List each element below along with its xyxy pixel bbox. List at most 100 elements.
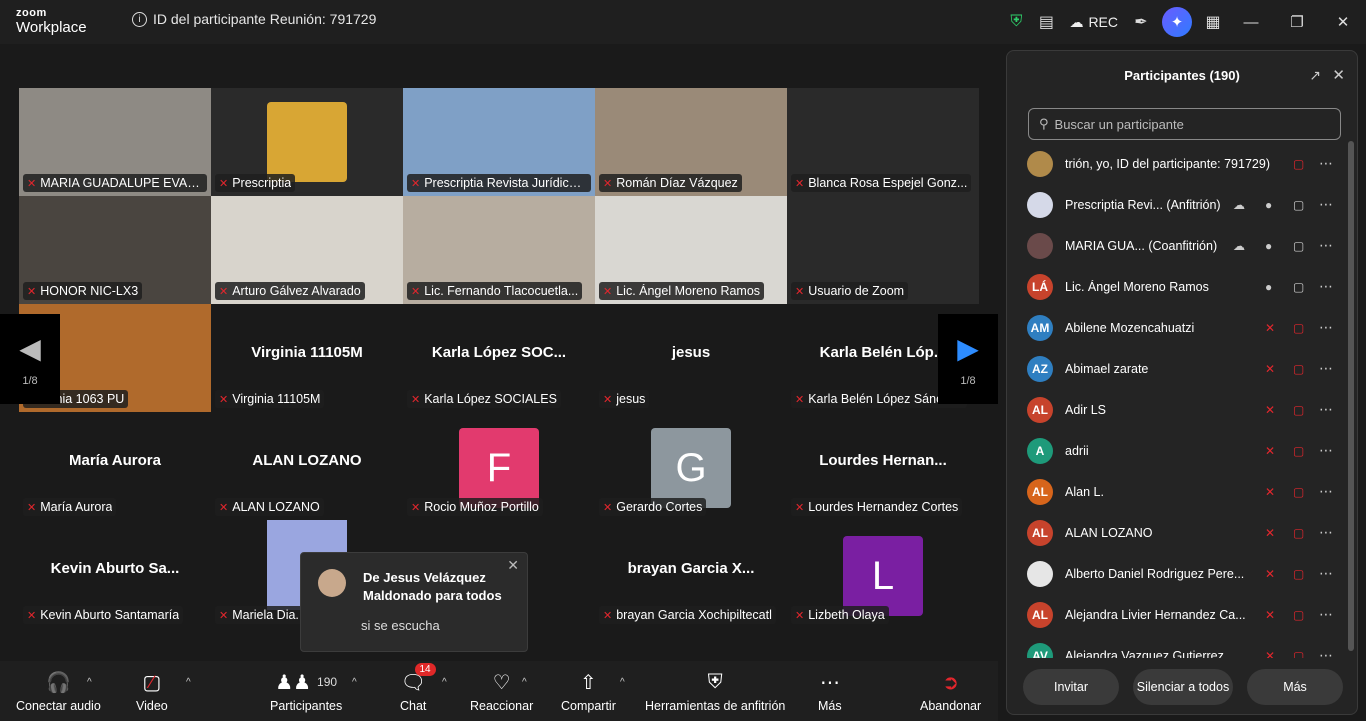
video-tile[interactable]: brayan Garcia X... ✕ brayan Garcia Xochipi… bbox=[595, 520, 787, 628]
more-options-icon[interactable]: ⋯ bbox=[1319, 442, 1334, 459]
participant-row[interactable]: Alberto Daniel Rodriguez Pere... ✕ ▢ ⋯ bbox=[1007, 553, 1347, 594]
video-tile[interactable]: ✕ Lic. Fernando Tlacocuetla... bbox=[403, 196, 595, 304]
camera-icon[interactable]: ▢ bbox=[1293, 198, 1304, 212]
participant-row[interactable]: AL Alejandra Livier Hernandez Ca... ✕ ▢ ⋯ bbox=[1007, 594, 1347, 635]
more-button[interactable]: ⋯ Más bbox=[818, 669, 842, 714]
leave-button[interactable]: ➲ Abandonar bbox=[920, 669, 981, 714]
toast-close-icon[interactable]: ✕ bbox=[507, 557, 519, 574]
more-options-icon[interactable]: ⋯ bbox=[1319, 196, 1334, 213]
video-options-caret[interactable]: ^ bbox=[186, 677, 191, 688]
mic-muted-icon[interactable]: ✕ bbox=[1265, 608, 1275, 622]
next-page-button[interactable]: ▶ 1/8 bbox=[938, 314, 998, 404]
camera-icon[interactable]: ▢ bbox=[1293, 280, 1304, 294]
video-tile[interactable]: ✕ Prescriptia Revista Jurídica N... bbox=[403, 88, 595, 196]
video-tile[interactable]: ✕ HONOR NIC-LX3 bbox=[19, 196, 211, 304]
host-tools-button[interactable]: ⛨ Herramientas de anfitrión bbox=[645, 669, 785, 714]
notes-icon[interactable]: ▤ bbox=[1031, 7, 1061, 37]
mic-icon[interactable]: ● bbox=[1265, 239, 1272, 253]
more-options-icon[interactable]: ⋯ bbox=[1319, 483, 1334, 500]
participant-row[interactable]: AM Abilene Mozencahuatzi ✕ ▢ ⋯ bbox=[1007, 307, 1347, 348]
video-tile[interactable]: Kevin Aburto Sa... ✕ Kevin Aburto Santamar… bbox=[19, 520, 211, 628]
participants-button[interactable]: ♟♟ 190 Participantes bbox=[270, 669, 342, 714]
camera-icon[interactable]: ▢ bbox=[1293, 239, 1304, 253]
minimize-icon[interactable]: — bbox=[1228, 0, 1274, 44]
pop-out-icon[interactable]: ↗ bbox=[1309, 67, 1321, 84]
scroll-thumb[interactable] bbox=[1348, 141, 1354, 651]
invite-button[interactable]: Invitar bbox=[1023, 669, 1119, 705]
participant-row[interactable]: trión, yo, ID del participante: 791729) ▢… bbox=[1007, 143, 1347, 184]
video-tile[interactable]: jesus ✕ jesus bbox=[595, 304, 787, 412]
more-options-icon[interactable]: ⋯ bbox=[1319, 524, 1334, 541]
camera-off-icon[interactable]: ▢ bbox=[1293, 321, 1304, 335]
share-button[interactable]: ⇧ Compartir bbox=[561, 669, 616, 714]
panel-more-button[interactable]: Más bbox=[1247, 669, 1343, 705]
camera-off-icon[interactable]: ▢ bbox=[1293, 608, 1304, 622]
camera-off-icon[interactable]: ▢ bbox=[1293, 444, 1304, 458]
video-tile[interactable]: Virginia 11105M ✕ Virginia 11105M bbox=[211, 304, 403, 412]
participant-row[interactable]: AL Alan L. ✕ ▢ ⋯ bbox=[1007, 471, 1347, 512]
mic-icon[interactable]: ● bbox=[1265, 198, 1272, 212]
mic-muted-icon[interactable]: ✕ bbox=[1265, 485, 1275, 499]
more-options-icon[interactable]: ⋯ bbox=[1319, 155, 1334, 172]
video-tile[interactable]: ✕ Lic. Ángel Moreno Ramos bbox=[595, 196, 787, 304]
participant-row[interactable]: Aadrii ✕ ▢ ⋯ bbox=[1007, 430, 1347, 471]
video-tile[interactable]: ✕ Román Díaz Vázquez bbox=[595, 88, 787, 196]
participant-row[interactable]: AL ALAN LOZANO ✕ ▢ ⋯ bbox=[1007, 512, 1347, 553]
more-options-icon[interactable]: ⋯ bbox=[1319, 237, 1334, 254]
more-options-icon[interactable]: ⋯ bbox=[1319, 565, 1334, 582]
participant-row[interactable]: MARIA GUA... (Coanfitrión) ☁ ● ▢ ⋯ bbox=[1007, 225, 1347, 266]
more-options-icon[interactable]: ⋯ bbox=[1319, 360, 1334, 377]
react-button[interactable]: ♡ Reaccionar bbox=[470, 669, 533, 714]
camera-off-icon[interactable]: ▢ bbox=[1293, 403, 1304, 417]
participant-scrollbar[interactable] bbox=[1348, 141, 1354, 661]
camera-off-icon[interactable]: ▢ bbox=[1293, 526, 1304, 540]
chat-button[interactable]: 🗨 14 Chat bbox=[400, 663, 436, 713]
audio-options-caret[interactable]: ^ bbox=[87, 677, 92, 688]
participant-row[interactable]: AV Alejandra Vazquez Gutierrez ✕ ▢ ⋯ bbox=[1007, 635, 1347, 658]
video-tile[interactable]: ✕ Usuario de Zoom bbox=[787, 196, 979, 304]
mic-muted-icon[interactable]: ✕ bbox=[1265, 444, 1275, 458]
mic-icon[interactable]: ● bbox=[1265, 280, 1272, 294]
camera-off-icon[interactable]: ▢ bbox=[1293, 362, 1304, 376]
mic-muted-icon[interactable]: ✕ bbox=[1265, 526, 1275, 540]
search-input[interactable] bbox=[1054, 116, 1325, 132]
participant-row[interactable]: LÁ Lic. Ángel Moreno Ramos ● ▢ ⋯ bbox=[1007, 266, 1347, 307]
participant-row[interactable]: Prescriptia Revi... (Anfitrión) ☁ ● ▢ ⋯ bbox=[1007, 184, 1347, 225]
connect-audio-button[interactable]: 🎧 Conectar audio bbox=[16, 669, 101, 714]
video-tile[interactable]: G ✕ Gerardo Cortes bbox=[595, 412, 787, 520]
more-options-icon[interactable]: ⋯ bbox=[1319, 401, 1334, 418]
video-tile[interactable]: ✕ Arturo Gálvez Alvarado bbox=[211, 196, 403, 304]
camera-off-icon[interactable]: ▢ bbox=[1293, 485, 1304, 499]
panel-close-icon[interactable]: ✕ bbox=[1332, 66, 1345, 84]
video-tile[interactable]: L ✕ Lizbeth Olaya bbox=[787, 520, 979, 628]
restore-icon[interactable]: ❐ bbox=[1274, 0, 1320, 44]
participant-search[interactable]: ⚲ bbox=[1028, 108, 1341, 140]
chat-toast[interactable]: De Jesus Velázquez Maldonado para todos … bbox=[300, 552, 528, 652]
camera-off-icon[interactable]: ▢ bbox=[1293, 567, 1304, 581]
participants-options-caret[interactable]: ^ bbox=[352, 677, 357, 688]
shield-icon[interactable]: ⛨ bbox=[1001, 7, 1031, 37]
video-tile[interactable]: Karla López SOC... ✕ Karla López SOCIALES bbox=[403, 304, 595, 412]
participant-row[interactable]: AZ Abimael zarate ✕ ▢ ⋯ bbox=[1007, 348, 1347, 389]
react-options-caret[interactable]: ^ bbox=[522, 677, 527, 688]
more-options-icon[interactable]: ⋯ bbox=[1319, 319, 1334, 336]
apps-grid-icon[interactable]: ▦ bbox=[1198, 7, 1228, 37]
video-tile[interactable]: Lourdes Hernan... ✕ Lourdes Hernandez Cort… bbox=[787, 412, 979, 520]
video-tile[interactable]: F ✕ Rocio Muñoz Portillo bbox=[403, 412, 595, 520]
close-window-icon[interactable]: ✕ bbox=[1320, 0, 1366, 44]
mic-muted-icon[interactable]: ✕ bbox=[1265, 567, 1275, 581]
video-tile[interactable]: ✕ Blanca Rosa Espejel Gonz... bbox=[787, 88, 979, 196]
share-options-caret[interactable]: ^ bbox=[620, 677, 625, 688]
camera-off-icon[interactable]: ▢ bbox=[1293, 157, 1304, 171]
rec-indicator[interactable]: ☁ REC bbox=[1069, 14, 1118, 31]
mic-muted-icon[interactable]: ✕ bbox=[1265, 362, 1275, 376]
video-tile[interactable]: ✕ Prescriptia bbox=[211, 88, 403, 196]
video-button[interactable]: ▢ ∕ Video bbox=[136, 669, 168, 714]
video-tile[interactable]: ALAN LOZANO ✕ ALAN LOZANO bbox=[211, 412, 403, 520]
video-tile[interactable]: ✕MARIA GUADALUPE EVARIST... bbox=[19, 88, 211, 196]
mute-all-button[interactable]: Silenciar a todos bbox=[1133, 669, 1233, 705]
participant-row[interactable]: AL Adir LS ✕ ▢ ⋯ bbox=[1007, 389, 1347, 430]
more-options-icon[interactable]: ⋯ bbox=[1319, 278, 1334, 295]
mic-muted-icon[interactable]: ✕ bbox=[1265, 403, 1275, 417]
more-options-icon[interactable]: ⋯ bbox=[1319, 606, 1334, 623]
